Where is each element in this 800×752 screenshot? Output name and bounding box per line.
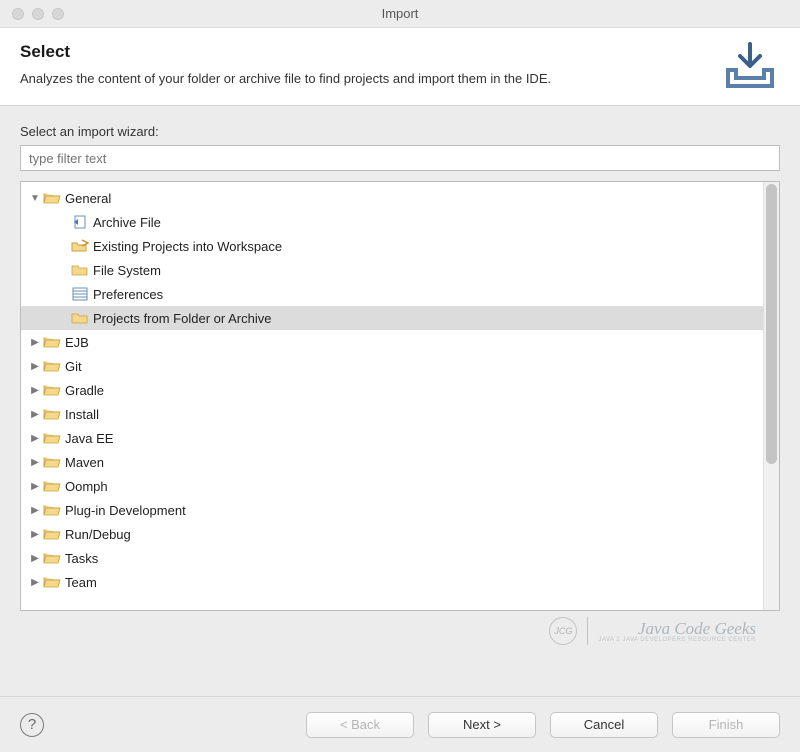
page-title: Select: [20, 42, 708, 62]
folder-open-icon: [43, 478, 61, 494]
tree-item[interactable]: ▶Existing Projects into Workspace: [21, 234, 763, 258]
watermark: JCG Java Code Geeks Java 2 Java Develope…: [20, 611, 780, 647]
titlebar: Import: [0, 0, 800, 28]
folder-icon: [71, 262, 89, 278]
help-button[interactable]: ?: [20, 713, 44, 737]
tree-item-label: Maven: [65, 455, 104, 470]
folder-open-icon: [43, 190, 61, 206]
tree-item-label: Gradle: [65, 383, 104, 398]
tree-item-label: Preferences: [93, 287, 163, 302]
tree-category[interactable]: ▶ Run/Debug: [21, 522, 763, 546]
next-button[interactable]: Next >: [428, 712, 536, 738]
folder-open-icon: [43, 502, 61, 518]
tree-item-label: Archive File: [93, 215, 161, 230]
folder-open-icon: [43, 358, 61, 374]
minimize-window-button[interactable]: [32, 8, 44, 20]
tree-item-label: File System: [93, 263, 161, 278]
folder-icon: [71, 310, 89, 326]
tree-item-label: Tasks: [65, 551, 98, 566]
zoom-window-button[interactable]: [52, 8, 64, 20]
tree-category[interactable]: ▶ Plug-in Development: [21, 498, 763, 522]
tree-category[interactable]: ▶ Java EE: [21, 426, 763, 450]
wizard-footer: ? < Back Next > Cancel Finish: [0, 696, 800, 752]
tree-item[interactable]: ▶Archive File: [21, 210, 763, 234]
folder-open-icon: [43, 406, 61, 422]
watermark-line2: Java 2 Java Developers Resource Center: [598, 637, 756, 643]
tree-item-label: Install: [65, 407, 99, 422]
chevron-right-icon[interactable]: ▶: [29, 553, 41, 564]
import-tree[interactable]: ▼General▶Archive File▶Existing Projects …: [21, 182, 763, 610]
folder-open-icon: [43, 454, 61, 470]
tree-category[interactable]: ▶ EJB: [21, 330, 763, 354]
chevron-right-icon[interactable]: ▶: [29, 385, 41, 396]
tree-category[interactable]: ▶ Team: [21, 570, 763, 594]
chevron-right-icon[interactable]: ▶: [29, 457, 41, 468]
back-button[interactable]: < Back: [306, 712, 414, 738]
prefs-icon: [71, 286, 89, 302]
tree-item-label: Existing Projects into Workspace: [93, 239, 282, 254]
page-description: Analyzes the content of your folder or a…: [20, 70, 708, 88]
watermark-badge: JCG: [549, 617, 577, 645]
watermark-line1: Java Code Geeks: [598, 620, 756, 637]
tree-item[interactable]: ▶Projects from Folder or Archive: [21, 306, 763, 330]
chevron-down-icon[interactable]: ▼: [29, 193, 41, 204]
tree-item-label: Oomph: [65, 479, 108, 494]
chevron-right-icon[interactable]: ▶: [29, 361, 41, 372]
chevron-right-icon[interactable]: ▶: [29, 337, 41, 348]
tree-item-label: Team: [65, 575, 97, 590]
tree-category[interactable]: ▶ Git: [21, 354, 763, 378]
window-title: Import: [0, 6, 800, 21]
tree-category[interactable]: ▶ Tasks: [21, 546, 763, 570]
chevron-right-icon[interactable]: ▶: [29, 481, 41, 492]
tree-item-label: EJB: [65, 335, 89, 350]
import-icon: [720, 42, 780, 95]
tree-scrollbar[interactable]: [763, 182, 779, 610]
tree-item-label: Plug-in Development: [65, 503, 186, 518]
tree-item-label: Java EE: [65, 431, 113, 446]
tree-item[interactable]: ▶File System: [21, 258, 763, 282]
finish-button[interactable]: Finish: [672, 712, 780, 738]
folder-open-icon: [43, 550, 61, 566]
tree-category[interactable]: ▼ General: [21, 186, 763, 210]
tree-category[interactable]: ▶ Gradle: [21, 378, 763, 402]
chevron-right-icon[interactable]: ▶: [29, 577, 41, 588]
tree-item-label: Run/Debug: [65, 527, 131, 542]
tree-item-label: General: [65, 191, 111, 206]
tree-category[interactable]: ▶ Oomph: [21, 474, 763, 498]
select-wizard-label: Select an import wizard:: [20, 124, 780, 139]
wizard-header: Select Analyzes the content of your fold…: [0, 28, 800, 106]
archive-icon: [71, 214, 89, 230]
chevron-right-icon[interactable]: ▶: [29, 505, 41, 516]
tree-item[interactable]: ▶Preferences: [21, 282, 763, 306]
projects-icon: [71, 238, 89, 254]
filter-input[interactable]: [20, 145, 780, 171]
tree-item-label: Git: [65, 359, 82, 374]
chevron-right-icon[interactable]: ▶: [29, 433, 41, 444]
cancel-button[interactable]: Cancel: [550, 712, 658, 738]
tree-category[interactable]: ▶ Install: [21, 402, 763, 426]
tree-category[interactable]: ▶ Maven: [21, 450, 763, 474]
chevron-right-icon[interactable]: ▶: [29, 409, 41, 420]
traffic-lights: [0, 8, 64, 20]
tree-container: ▼General▶Archive File▶Existing Projects …: [20, 181, 780, 611]
chevron-right-icon[interactable]: ▶: [29, 529, 41, 540]
folder-open-icon: [43, 430, 61, 446]
folder-open-icon: [43, 526, 61, 542]
tree-item-label: Projects from Folder or Archive: [93, 311, 271, 326]
folder-open-icon: [43, 334, 61, 350]
folder-open-icon: [43, 574, 61, 590]
tree-scrollbar-thumb[interactable]: [766, 184, 777, 464]
wizard-body: Select an import wizard: ▼General▶Archiv…: [0, 106, 800, 657]
close-window-button[interactable]: [12, 8, 24, 20]
folder-open-icon: [43, 382, 61, 398]
